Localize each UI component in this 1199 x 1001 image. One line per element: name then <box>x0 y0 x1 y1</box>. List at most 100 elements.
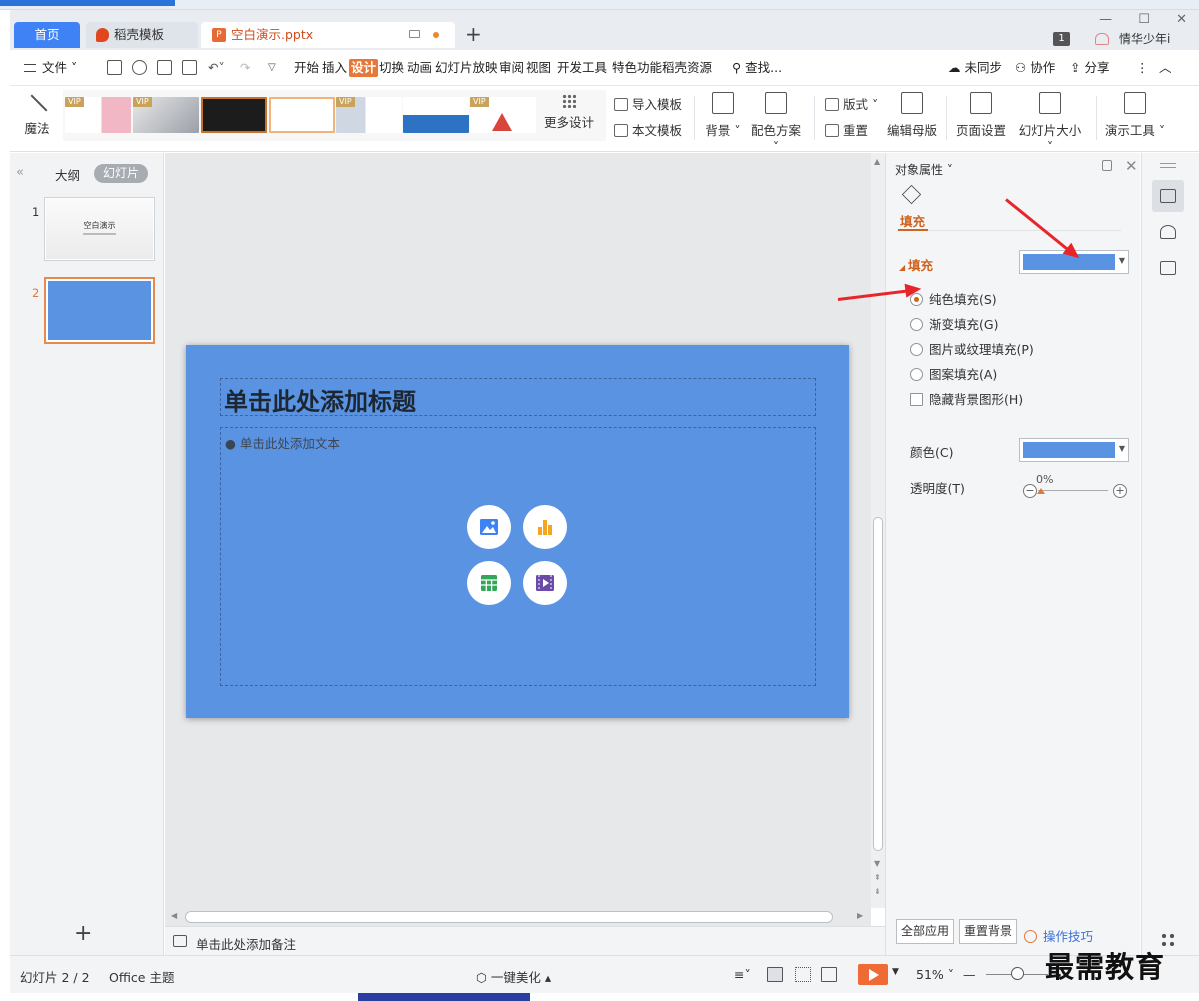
share-button[interactable]: ⇪ 分享 <box>1070 59 1109 77</box>
sorter-view-icon[interactable] <box>795 967 811 982</box>
radio-picture-fill[interactable]: 图片或纹理填充(P) <box>910 339 1034 358</box>
menu-view[interactable]: 视图 <box>526 59 551 77</box>
layout-button[interactable]: 版式 ˅ <box>825 94 878 113</box>
slide-thumbnail-1[interactable]: 空白演示 <box>44 197 155 261</box>
play-dropdown-icon[interactable]: ▼ <box>892 967 899 977</box>
tab-slides[interactable]: 幻灯片 <box>94 164 149 183</box>
background-button[interactable]: 背景 ˅ <box>700 92 746 139</box>
add-slide-button[interactable]: + <box>74 921 92 946</box>
tab-home[interactable]: 首页 <box>14 22 80 48</box>
menu-daoke-resources[interactable]: 稻壳资源 <box>662 59 712 77</box>
menu-developer[interactable]: 开发工具 <box>557 59 607 77</box>
menu-insert[interactable]: 插入 <box>322 59 347 77</box>
slider-knob[interactable] <box>1037 488 1045 494</box>
template-thumb-3[interactable] <box>201 97 267 133</box>
next-slide-icon[interactable]: ⇟ <box>874 887 881 896</box>
radio-pattern-fill[interactable]: 图案填充(A) <box>910 364 997 383</box>
presentation-tools-button[interactable]: 演示工具 ˅ <box>1104 92 1166 139</box>
redo-icon[interactable]: ↷ <box>240 59 250 77</box>
print-icon[interactable] <box>157 60 172 75</box>
properties-sidebar-button[interactable] <box>1152 180 1184 212</box>
menu-slideshow[interactable]: 幻灯片放映 <box>435 59 498 77</box>
notes-area[interactable]: 单击此处添加备注 <box>165 926 886 955</box>
slider-track[interactable] <box>1038 490 1108 491</box>
minus-icon[interactable]: − <box>1023 484 1037 498</box>
more-icon[interactable]: ⋮ <box>1136 59 1149 77</box>
paint-bucket-icon[interactable] <box>901 184 922 205</box>
close-button[interactable]: ✕ <box>1176 12 1187 27</box>
lock-icon[interactable] <box>1102 160 1112 171</box>
slide-size-button[interactable]: 幻灯片大小 ˅ <box>1014 92 1086 154</box>
zoom-out-icon[interactable]: — <box>963 967 976 982</box>
menu-features[interactable]: 特色功能 <box>612 59 662 77</box>
page-setup-button[interactable]: 页面设置 <box>954 92 1008 139</box>
reset-background-button[interactable]: 重置背景 <box>959 919 1018 944</box>
close-icon[interactable]: ✕ <box>1125 157 1138 175</box>
menu-review[interactable]: 审阅 <box>499 59 524 77</box>
collapse-panel-icon[interactable]: « <box>16 165 24 180</box>
transparency-slider[interactable]: − 0% + <box>1023 473 1127 499</box>
tab-outline[interactable]: 大纲 <box>55 165 80 184</box>
print-preview-icon[interactable] <box>182 60 197 75</box>
maximize-button[interactable]: ☐ <box>1138 12 1150 27</box>
zoom-slider-knob[interactable] <box>1011 967 1024 980</box>
fill-section-header[interactable]: ◢ 填充 <box>899 255 933 274</box>
menu-animation[interactable]: 动画 <box>407 59 432 77</box>
radio-solid-fill[interactable]: 纯色填充(S) <box>910 289 997 308</box>
title-placeholder[interactable]: 单击此处添加标题 <box>220 378 816 416</box>
tab-fill[interactable]: 填充 <box>900 211 925 230</box>
monitor-icon[interactable] <box>409 30 420 38</box>
vertical-scrollbar[interactable]: ▲ ▼ ⇞ ⇟ <box>871 153 885 908</box>
color-scheme-button[interactable]: 配色方案 ˅ <box>746 92 806 154</box>
convert-sidebar-button[interactable] <box>1152 252 1184 284</box>
text-template-button[interactable]: 本文模板 <box>614 120 682 139</box>
normal-view-icon[interactable] <box>767 967 783 982</box>
reading-view-icon[interactable] <box>821 967 837 982</box>
horizontal-scroll-thumb[interactable] <box>185 911 833 923</box>
color-dropdown[interactable]: ▼ <box>1019 438 1129 462</box>
sync-status[interactable]: ☁ 未同步 <box>948 59 1002 77</box>
magic-button[interactable]: 魔法 <box>22 92 52 137</box>
radio-gradient-fill[interactable]: 渐变填充(G) <box>910 314 998 333</box>
collapse-ribbon-icon[interactable]: ︿ <box>1159 59 1172 77</box>
template-thumb-4[interactable] <box>269 97 335 133</box>
beautify-button[interactable]: ⬡ 一键美化 ▴ <box>476 967 551 986</box>
menu-transition[interactable]: 切换 <box>379 59 404 77</box>
new-tab-button[interactable]: + <box>465 22 482 46</box>
undo-icon[interactable]: ↶˅ <box>208 59 225 77</box>
zoom-level[interactable]: 51% ˅ <box>916 967 954 982</box>
template-thumb-2[interactable]: VIP <box>133 97 199 133</box>
slide-thumbnail-2[interactable] <box>44 277 155 344</box>
collaborate-button[interactable]: ⚇ 协作 <box>1015 59 1055 77</box>
insert-picture-button[interactable] <box>467 505 511 549</box>
notes-toggle-icon[interactable]: ≡˅ <box>734 967 751 982</box>
template-thumb-5[interactable]: VIP <box>336 97 402 133</box>
scroll-up-icon[interactable]: ▲ <box>874 157 880 166</box>
tab-document[interactable]: P 空白演示.pptx <box>201 22 455 48</box>
play-slideshow-button[interactable] <box>858 964 888 985</box>
tips-link[interactable]: 操作技巧 <box>1024 926 1093 945</box>
animation-sidebar-button[interactable] <box>1152 216 1184 248</box>
vertical-scroll-thumb[interactable] <box>873 517 883 851</box>
apply-all-button[interactable]: 全部应用 <box>896 919 955 944</box>
edit-master-button[interactable]: 编辑母版 <box>886 92 938 139</box>
theme-name[interactable]: Office 主题 <box>109 967 174 986</box>
user-account[interactable]: 情华少年i <box>1095 30 1170 47</box>
tab-template[interactable]: 稻壳模板 <box>86 22 198 48</box>
insert-table-button[interactable] <box>467 561 511 605</box>
insert-chart-button[interactable] <box>523 505 567 549</box>
import-template-button[interactable]: 导入模板 <box>614 94 682 113</box>
file-menu[interactable]: 文件 ˅ <box>24 59 77 77</box>
template-thumb-6[interactable] <box>403 97 469 133</box>
plus-icon[interactable]: + <box>1113 484 1127 498</box>
customize-dropdown-icon[interactable]: ▽ <box>268 59 276 77</box>
content-placeholder[interactable]: ● 单击此处添加文本 <box>220 427 816 686</box>
minimize-button[interactable]: — <box>1099 12 1112 27</box>
checkbox-hide-bg-shapes[interactable]: 隐藏背景图形(H) <box>910 389 1023 408</box>
more-design-button[interactable]: 更多设计 <box>542 94 596 131</box>
format-painter-icon[interactable] <box>132 60 147 75</box>
horizontal-scrollbar[interactable]: ◀ ▶ <box>165 908 871 926</box>
slide[interactable]: 单击此处添加标题 ● 单击此处添加文本 <box>186 345 849 718</box>
scroll-left-icon[interactable]: ◀ <box>171 911 177 920</box>
menu-start[interactable]: 开始 <box>294 59 319 77</box>
